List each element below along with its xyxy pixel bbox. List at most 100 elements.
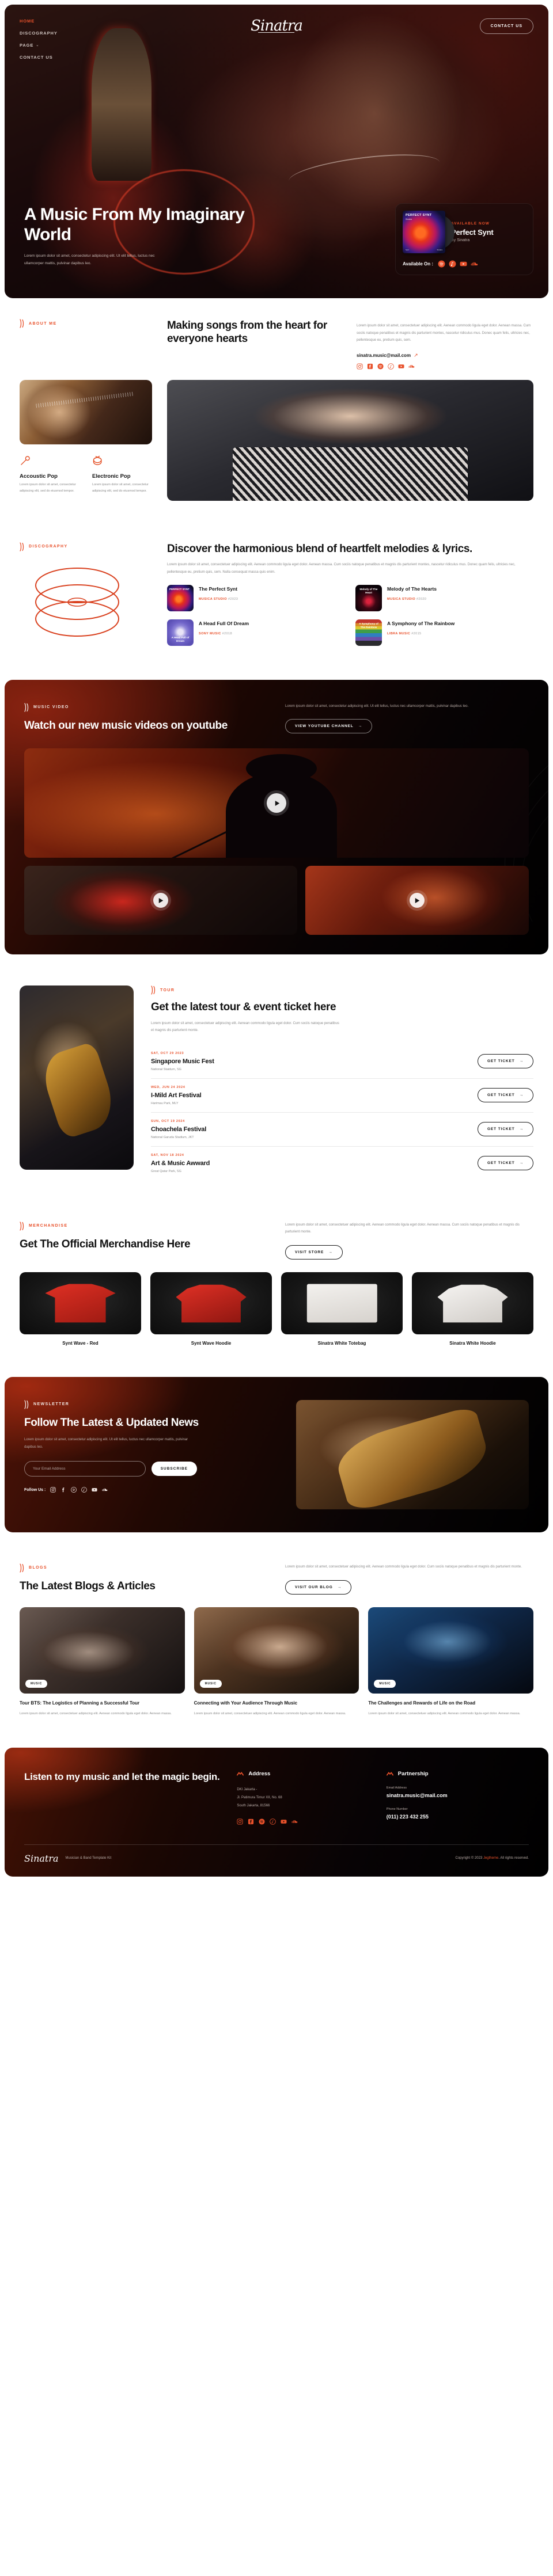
footer-phone-value[interactable]: (011) 223 432 255 <box>387 1814 529 1820</box>
album-item[interactable]: Melody of The Heart Melody of The Hearts… <box>355 585 533 612</box>
blog-tag[interactable]: MUSIC <box>25 1679 48 1688</box>
get-ticket-button[interactable]: GET TICKET → <box>477 1156 533 1171</box>
merchandise-eyebrow: MERCHANDISE <box>20 1222 268 1231</box>
album-item[interactable]: A Head Full of Dream A Head Full Of Drea… <box>167 619 345 646</box>
visit-store-button[interactable]: VISIT STORE → <box>285 1245 343 1260</box>
footer-social-row <box>237 1818 371 1825</box>
blogs-head-left: BLOGS The Latest Blogs & Articles <box>20 1563 268 1593</box>
blogs-eyebrow: BLOGS <box>20 1563 268 1573</box>
blog-card[interactable]: MUSIC Connecting with Your Audience Thro… <box>194 1607 359 1717</box>
youtube-icon[interactable] <box>460 260 467 268</box>
release-artwork: PERFECT SYNT Sinatra Synt Sinatra <box>403 211 454 253</box>
soundcloud-icon[interactable] <box>102 1487 108 1493</box>
album-label: MUSICA STUDIO #2020 <box>387 597 427 601</box>
instagram-icon[interactable] <box>237 1818 243 1825</box>
merchandise-card[interactable]: Sinatra White Hoodie <box>412 1272 533 1346</box>
hero-section: HOME DISCOGRAPHY PAGE ⌄ CONTACT US Sinat… <box>5 5 548 298</box>
merchandise-card[interactable]: Sinatra White Totebag <box>281 1272 403 1346</box>
blog-image: MUSIC <box>368 1607 533 1694</box>
view-youtube-channel-button[interactable]: VIEW YOUTUBE CHANNEL → <box>285 719 373 734</box>
tour-paragraph: Lorem ipsum dolor sit amet, consectetuer… <box>151 1021 339 1033</box>
play-button[interactable] <box>153 893 168 908</box>
about-email-row[interactable]: sinatra.music@mail.com ↗ <box>357 352 533 359</box>
hoodie-graphic <box>176 1284 247 1323</box>
copyright-brand[interactable]: Jegtheme <box>483 1856 498 1860</box>
brand-logo[interactable]: Sinatra <box>251 17 303 35</box>
footer-address-line3: South Jakarta, 81566 <box>237 1803 270 1808</box>
merchandise-card[interactable]: Synt Wave Hoodie <box>150 1272 272 1346</box>
get-ticket-button[interactable]: GET TICKET → <box>477 1122 533 1137</box>
instagram-icon[interactable] <box>357 363 363 370</box>
facebook-icon[interactable] <box>248 1818 254 1825</box>
newsletter-email-input[interactable] <box>24 1461 146 1477</box>
apple-music-icon[interactable] <box>270 1818 276 1825</box>
album-cover-text: A Head Full of Dream <box>171 636 190 643</box>
facebook-icon[interactable] <box>367 363 373 370</box>
spotify-icon[interactable] <box>438 260 445 268</box>
spotify-icon[interactable] <box>71 1487 77 1493</box>
tshirt-graphic <box>45 1284 116 1323</box>
nav-item-discography[interactable]: DISCOGRAPHY <box>20 31 58 36</box>
merchandise-name: Synt Wave - Red <box>62 1340 99 1346</box>
album-title: The Perfect Synt <box>199 586 238 592</box>
footer-grid: Listen to my music and let the magic beg… <box>24 1771 529 1825</box>
tour-event-row: SAT, OCT 29 2023 Singapore Music Fest Na… <box>151 1045 533 1079</box>
wave-chevron-icon <box>24 703 29 712</box>
about-paragraph: Lorem ipsum dolor sit amet, consectetuer… <box>357 324 531 343</box>
apple-music-icon[interactable] <box>388 363 394 370</box>
apple-music-icon[interactable] <box>449 260 456 268</box>
facebook-icon[interactable] <box>60 1487 66 1493</box>
merchandise-card[interactable]: Synt Wave - Red <box>20 1272 141 1346</box>
music-video-featured[interactable] <box>24 748 529 858</box>
music-video-thumbnail[interactable] <box>305 866 529 935</box>
album-item[interactable]: A Symphony of The Rainbow A Symphony of … <box>355 619 533 646</box>
header-contact-us-button[interactable]: CONTACT US <box>479 18 533 34</box>
soundcloud-icon[interactable] <box>291 1818 298 1825</box>
blog-card[interactable]: MUSIC Tour BTS: The Logistics of Plannin… <box>20 1607 185 1717</box>
footer-partnership-column: Partnership Email Address sinatra.music@… <box>386 1771 529 1824</box>
blogs-paragraph: Lorem ipsum dolor sit amet, consectetuer… <box>285 1565 522 1569</box>
play-button[interactable] <box>267 793 286 813</box>
nav-item-page[interactable]: PAGE ⌄ <box>20 43 58 48</box>
nav-item-home[interactable]: HOME <box>20 18 58 24</box>
arrow-right-icon: → <box>337 1585 342 1589</box>
visit-our-blog-button[interactable]: VISIT OUR BLOG → <box>285 1580 352 1595</box>
tour-event-info: SAT, OCT 29 2023 Singapore Music Fest Na… <box>151 1052 214 1071</box>
about-email-link[interactable]: sinatra.music@mail.com <box>357 353 411 358</box>
get-ticket-button[interactable]: GET TICKET → <box>477 1088 533 1103</box>
blog-description: Lorem ipsum dolor sit amet, consectetuer… <box>20 1711 172 1715</box>
arrow-up-right-icon: ↗ <box>414 352 418 358</box>
footer-address-title: Address <box>248 1771 271 1778</box>
apple-music-icon[interactable] <box>81 1487 88 1493</box>
nav-item-contact-us[interactable]: CONTACT US <box>20 55 58 60</box>
wave-chevron-icon <box>24 1400 29 1409</box>
nav-links: HOME DISCOGRAPHY PAGE ⌄ CONTACT US <box>20 18 58 60</box>
merchandise-section: MERCHANDISE Get The Official Merchandise… <box>0 1201 553 1367</box>
youtube-icon[interactable] <box>281 1818 287 1825</box>
play-button[interactable] <box>409 893 425 908</box>
soundcloud-icon[interactable] <box>408 363 415 370</box>
tour-event-date: WED, JUN 24 2024 <box>151 1085 185 1089</box>
album-item[interactable]: PERFECT SYNT The Perfect Synt MUSICA STU… <box>167 585 345 612</box>
music-video-thumbnail[interactable] <box>24 866 297 935</box>
newsletter-eyebrow: NEWSLETTER <box>24 1400 281 1409</box>
youtube-icon[interactable] <box>398 363 404 370</box>
blog-tag[interactable]: MUSIC <box>374 1679 396 1688</box>
spotify-icon[interactable] <box>377 363 384 370</box>
spotify-icon[interactable] <box>259 1818 265 1825</box>
blog-title: Connecting with Your Audience Through Mu… <box>194 1700 298 1706</box>
blog-card[interactable]: MUSIC The Challenges and Rewards of Life… <box>368 1607 533 1717</box>
tour-event-date: SAT, NOV 18 2024 <box>151 1153 184 1157</box>
subscribe-button[interactable]: SUBSCRIBE <box>151 1462 197 1477</box>
instagram-icon[interactable] <box>50 1487 56 1493</box>
youtube-icon[interactable] <box>92 1487 97 1493</box>
album-cover-footer: Synt Sinatra <box>406 249 442 251</box>
tour-event-info: SAT, NOV 18 2024 Art & Music Awward Grea… <box>151 1154 210 1173</box>
about-media-left: Accoustic Pop Lorem ipsum dolor sit amet… <box>20 379 152 501</box>
blog-tag[interactable]: MUSIC <box>199 1679 222 1688</box>
get-ticket-button[interactable]: GET TICKET → <box>477 1054 533 1069</box>
footer-logo[interactable]: Sinatra <box>24 1853 59 1864</box>
soundcloud-icon[interactable] <box>471 260 478 268</box>
about-heading: Making songs from the heart for everyone… <box>167 319 327 345</box>
footer-email-value[interactable]: sinatra.music@mail.com <box>387 1793 529 1798</box>
